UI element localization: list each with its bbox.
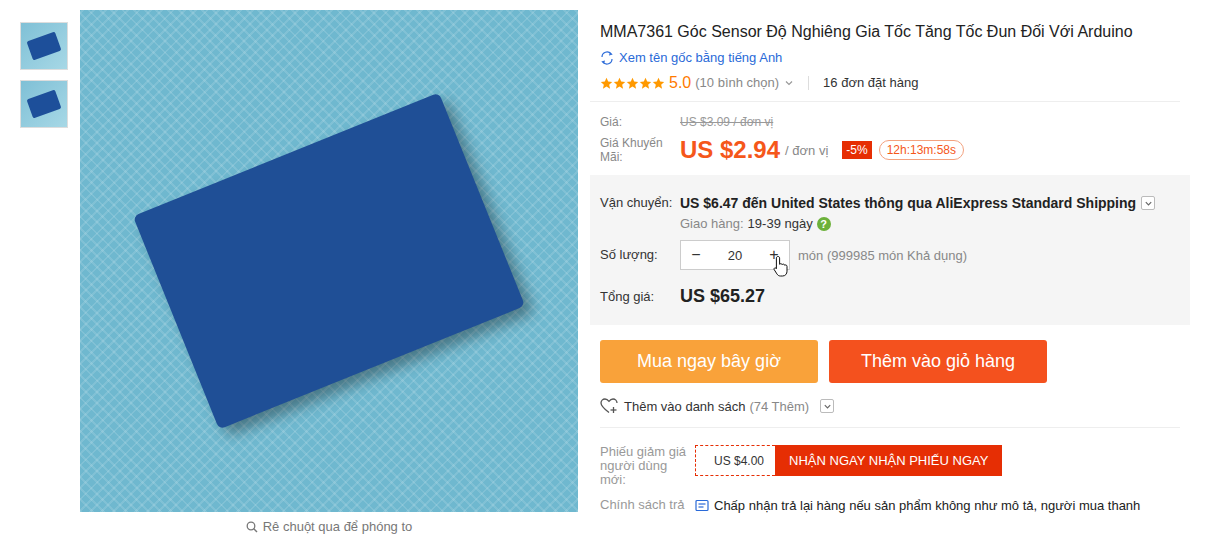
action-buttons: Mua ngay bây giờ Thêm vào giỏ hàng [590, 325, 1190, 383]
buy-now-button[interactable]: Mua ngay bây giờ [600, 340, 818, 383]
rating-row: 5.0(10 bình chọn) 16 đơn đặt hàng [600, 73, 1170, 93]
chevron-down-icon [823, 402, 832, 411]
order-count: 16 đơn đặt hàng [823, 73, 918, 93]
return-policy-row: Chính sách trả Chấp nhận trả lại hàng nếu… [590, 487, 1190, 513]
delivery-time: 19-39 ngày [748, 216, 813, 231]
rating-score: 5.0 [669, 73, 691, 93]
star-icon [600, 77, 613, 90]
shipping-info: US $6.47 đến United States thông qua Ali… [680, 195, 1136, 211]
product-title: MMA7361 Góc Sensor Độ Nghiêng Gia Tốc Tă… [600, 21, 1170, 43]
wishlist-row[interactable]: Thêm vào danh sách (74 Thêm) [590, 383, 1190, 414]
heart-plus-icon [600, 398, 618, 414]
coupon-amount: US $4.00 [695, 445, 775, 476]
available-stock: món (999985 món Khả dụng) [798, 248, 967, 263]
discount-badge: -5% [842, 141, 871, 159]
translate-link[interactable]: Xem tên gốc bằng tiếng Anh [600, 49, 1170, 67]
claim-coupon-button[interactable]: NHẬN NGAY NHẬN PHIẾU NGAY [775, 445, 1002, 476]
quantity-label: Số lượng: [600, 248, 680, 262]
star-icon [613, 77, 626, 90]
help-icon[interactable]: ? [817, 217, 831, 231]
chevron-down-icon[interactable] [784, 78, 794, 88]
zoom-hint: Rê chuột qua để phóng to [80, 512, 578, 534]
countdown-timer: 12h:13m:58s [879, 140, 964, 160]
total-label: Tổng giá: [600, 290, 680, 304]
thumbnail[interactable] [20, 22, 68, 70]
total-price: US $65.27 [680, 286, 765, 307]
quantity-stepper: −20+ [680, 240, 790, 270]
star-icon [626, 77, 639, 90]
star-icon [652, 77, 665, 90]
promo-label: Giá Khuyến Mãi: [600, 136, 680, 164]
shipping-dropdown[interactable] [1141, 196, 1155, 210]
decrease-button[interactable]: − [681, 241, 711, 269]
star-icon [639, 77, 652, 90]
return-policy-icon [695, 499, 709, 512]
original-price: US $3.09 / đơn vị [680, 115, 773, 129]
chevron-down-icon [1144, 199, 1153, 208]
increase-button[interactable]: + [759, 241, 789, 269]
product-image[interactable] [80, 10, 578, 512]
coupon-label: Phiếu giảm giá người dùng mới: [600, 445, 695, 487]
delivery-label: Giao hàng: [680, 216, 744, 231]
price-block: Giá:US $3.09 / đơn vịGiá Khuyến Mãi:US $… [590, 102, 1190, 175]
star-rating [600, 77, 665, 90]
rating-votes[interactable]: (10 bình chọn) [695, 73, 779, 93]
shipping-label: Vận chuyển: [600, 196, 680, 210]
quantity-input[interactable]: 20 [711, 241, 759, 269]
thumbnail[interactable] [20, 80, 68, 128]
hand-cursor-icon [773, 255, 789, 277]
product-page: Rê chuột qua để phóng to MMA7361 Góc Sens… [0, 0, 1212, 542]
add-to-cart-button[interactable]: Thêm vào giỏ hàng [829, 340, 1047, 383]
return-policy-label: Chính sách trả [600, 498, 695, 512]
wishlist-dropdown[interactable] [820, 399, 834, 413]
magnifier-icon [246, 521, 258, 533]
coupon: US $4.00NHẬN NGAY NHẬN PHIẾU NGAY [695, 445, 1002, 476]
promo-price: US $2.94 [680, 136, 780, 164]
translate-icon [600, 51, 614, 65]
product-info: MMA7361 Góc Sensor Độ Nghiêng Gia Tốc Tă… [590, 0, 1190, 542]
thumbnail-list [20, 0, 70, 542]
price-label: Giá: [600, 115, 680, 129]
wishlist-count: (74 Thêm) [749, 399, 809, 414]
order-options: Vận chuyển:US $6.47 đến United States th… [590, 175, 1190, 325]
coupon-row: Phiếu giảm giá người dùng mới:US $4.00NH… [590, 428, 1190, 487]
price-unit: / đơn vị [785, 143, 828, 158]
return-policy-text: Chấp nhận trả lại hàng nếu sản phẩm khôn… [714, 498, 1140, 513]
wishlist-label: Thêm vào danh sách [624, 399, 745, 414]
gallery: Rê chuột qua để phóng to [0, 0, 578, 542]
